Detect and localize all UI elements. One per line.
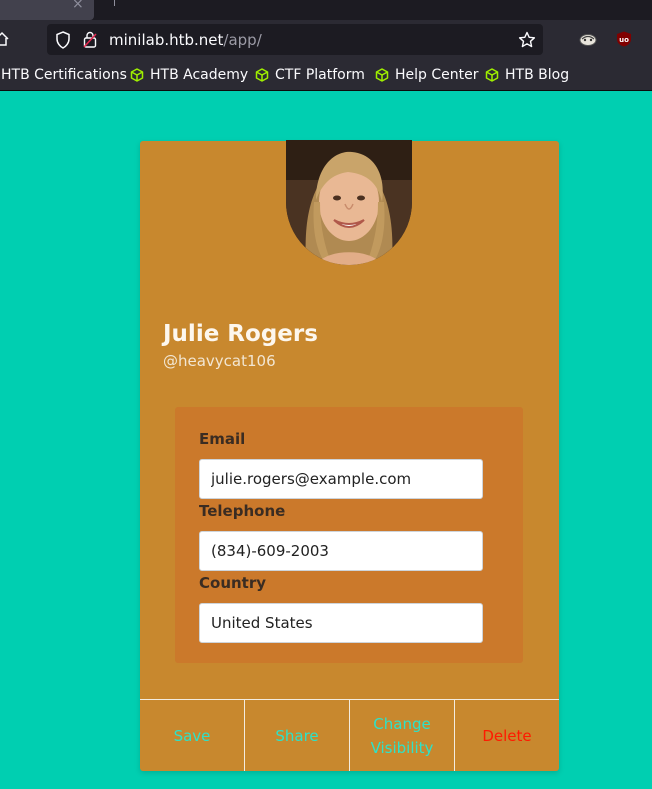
- url-bar[interactable]: minilab.htb.net/app/: [47, 24, 543, 55]
- email-label: Email: [199, 430, 246, 448]
- bookmark-label: HTB Blog: [505, 67, 570, 83]
- change-visibility-label-line2: Visibility: [370, 738, 434, 757]
- bookmarks-toolbar: HTB Certifications HTB Academy CTF Platf…: [0, 60, 652, 91]
- cube-icon: [130, 68, 144, 82]
- bookmark-label: HTB Certifications: [1, 67, 127, 83]
- active-tab[interactable]: ×: [0, 0, 94, 20]
- profile-handle: @heavycat106: [163, 352, 276, 370]
- ublock-icon[interactable]: uo: [616, 31, 632, 47]
- save-button[interactable]: Save: [140, 700, 245, 771]
- bookmark-htb-academy[interactable]: HTB Academy: [130, 66, 248, 84]
- bookmark-ctf-platform[interactable]: CTF Platform: [255, 66, 365, 84]
- svg-text:uo: uo: [619, 36, 629, 44]
- extension-icon[interactable]: [579, 31, 597, 47]
- url-path: /app/: [223, 31, 262, 49]
- cube-icon: [375, 68, 389, 82]
- telephone-label: Telephone: [199, 502, 286, 520]
- email-field[interactable]: [199, 459, 483, 499]
- tab-close-icon[interactable]: ×: [72, 0, 84, 12]
- avatar: [286, 140, 412, 265]
- telephone-field[interactable]: [199, 531, 483, 571]
- shield-icon[interactable]: [55, 31, 71, 49]
- profile-form: Email Telephone Country: [175, 407, 523, 663]
- share-button[interactable]: Share: [245, 700, 350, 771]
- tab-separator: [114, 0, 115, 6]
- bookmark-label: HTB Academy: [150, 67, 249, 83]
- bookmark-label: CTF Platform: [275, 67, 365, 83]
- country-label: Country: [199, 574, 267, 592]
- url-host: minilab.htb.net: [109, 31, 224, 49]
- tab-strip: ×: [0, 0, 652, 20]
- change-visibility-label-line1: Change: [373, 714, 431, 733]
- cube-icon: [255, 68, 269, 82]
- star-icon[interactable]: [518, 31, 536, 49]
- home-icon[interactable]: [0, 31, 10, 47]
- profile-photo-icon: [286, 140, 412, 265]
- cube-icon: [485, 68, 499, 82]
- card-actions: Save Share Change Visibility Delete: [140, 699, 559, 771]
- delete-button[interactable]: Delete: [455, 700, 559, 771]
- change-visibility-button[interactable]: Change Visibility: [350, 700, 455, 771]
- lock-icon[interactable]: [83, 31, 97, 48]
- country-field[interactable]: [199, 603, 483, 643]
- navigation-bar: minilab.htb.net/app/ uo: [0, 20, 652, 60]
- url-text[interactable]: minilab.htb.net/app/: [109, 31, 262, 49]
- bookmark-help-center[interactable]: Help Center: [375, 66, 479, 84]
- bookmark-label: Help Center: [395, 67, 479, 83]
- profile-name: Julie Rogers: [163, 321, 318, 347]
- profile-card: Julie Rogers @heavycat106 Email Telephon…: [140, 140, 559, 771]
- bookmark-htb-blog[interactable]: HTB Blog: [485, 66, 569, 84]
- bookmark-htb-certifications[interactable]: HTB Certifications: [1, 66, 127, 84]
